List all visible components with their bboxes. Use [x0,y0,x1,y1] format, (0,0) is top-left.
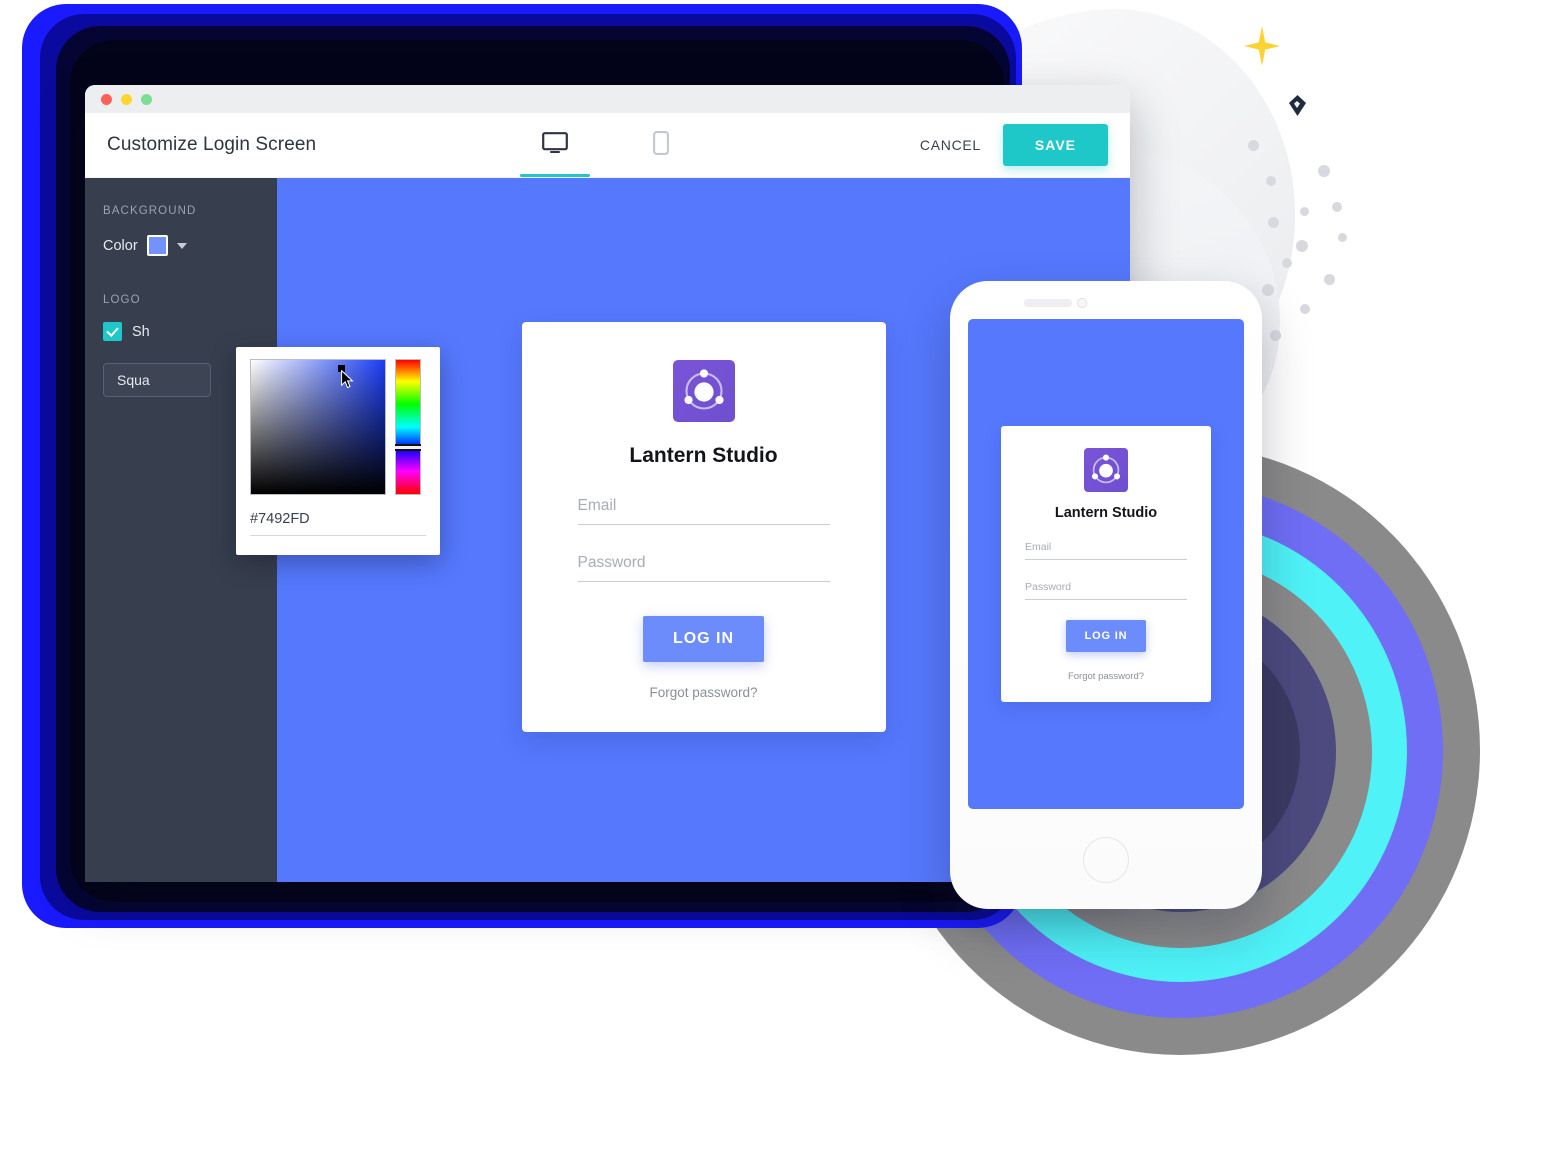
close-icon[interactable] [101,93,112,105]
decorative-dot [1338,233,1347,242]
background-section-label: BACKGROUND [103,205,197,217]
maximize-icon[interactable] [141,93,152,105]
smartphone-icon [652,130,669,160]
phone-mockup: Lantern Studio LOG IN Forgot password? [950,281,1262,909]
minimize-icon[interactable] [121,93,132,105]
decorative-dot [1300,207,1309,216]
phone-password-field[interactable] [1025,579,1187,600]
tab-desktop-preview[interactable] [519,113,590,177]
phone-email-field[interactable] [1025,539,1187,560]
logo-shape-select[interactable]: Squa [103,363,211,397]
show-logo-checkbox[interactable] [103,322,122,341]
hex-value-input[interactable]: #7492FD [250,511,426,536]
decorative-dot [1318,165,1330,177]
decorative-dot [1248,140,1259,151]
toolbar-actions: CANCEL SAVE [920,124,1108,166]
hue-slider[interactable] [395,359,421,495]
logo-section-label: LOGO [103,294,141,306]
window-titlebar [85,85,1130,113]
email-field[interactable] [577,494,830,525]
phone-email-field-wrap [1025,537,1187,560]
background-color-control: Color [103,235,277,256]
decorative-dot [1300,304,1310,314]
show-logo-control: Sh [103,322,277,341]
phone-forgot-password-link[interactable]: Forgot password? [1068,671,1144,682]
hue-slider-handle[interactable] [395,444,421,451]
decorative-dot [1266,176,1276,186]
tab-active-indicator [519,174,590,177]
login-card: Lantern Studio LOG IN Forgot password? [521,322,886,732]
decorative-dot [1324,274,1335,285]
phone-home-button[interactable] [1083,837,1129,883]
chevron-down-icon[interactable] [176,242,187,249]
phone-screen: Lantern Studio LOG IN Forgot password? [968,319,1244,809]
decorative-dot [1262,284,1274,296]
phone-login-button[interactable]: LOG IN [1065,620,1147,652]
password-field[interactable] [577,551,830,582]
phone-login-card: Lantern Studio LOG IN Forgot password? [1001,426,1211,702]
color-picker-popup: #7492FD [236,347,440,555]
phone-camera-icon [1077,298,1087,308]
orbit-logo-icon [672,360,735,422]
email-field-wrap [577,494,830,525]
color-label: Color [103,237,138,254]
phone-brand-name: Lantern Studio [1054,505,1158,521]
decorative-dot [1268,217,1279,228]
forgot-password-link[interactable]: Forgot password? [649,685,757,700]
color-picker-body [250,359,426,495]
illustration-stage: Customize Login Screen CANCEL SAVE BACKG… [0,0,1544,1156]
orbit-logo-icon [1084,448,1128,492]
password-field-wrap [577,551,830,582]
save-button[interactable]: SAVE [1002,124,1108,166]
cancel-button[interactable]: CANCEL [920,137,981,153]
diamond-icon [1289,95,1306,116]
decorative-dot [1282,258,1292,268]
phone-password-field-wrap [1025,577,1187,600]
tab-active-indicator [626,174,696,177]
decorative-dot [1270,330,1281,341]
color-swatch-button[interactable] [146,235,168,256]
saturation-value-square[interactable] [250,359,386,495]
device-tab-group [519,113,696,177]
brand-name: Lantern Studio [629,444,778,467]
app-toolbar: Customize Login Screen CANCEL SAVE [85,113,1130,178]
monitor-icon [541,131,568,159]
phone-speaker [1024,299,1072,307]
page-title: Customize Login Screen [107,134,317,155]
decorative-dot [1332,202,1342,212]
mouse-cursor-icon [341,369,354,389]
tab-mobile-preview[interactable] [626,113,696,177]
decorative-dot [1296,240,1308,252]
login-button[interactable]: LOG IN [642,616,765,662]
show-logo-label: Sh [132,323,150,340]
sparkle-icon [1244,26,1280,66]
